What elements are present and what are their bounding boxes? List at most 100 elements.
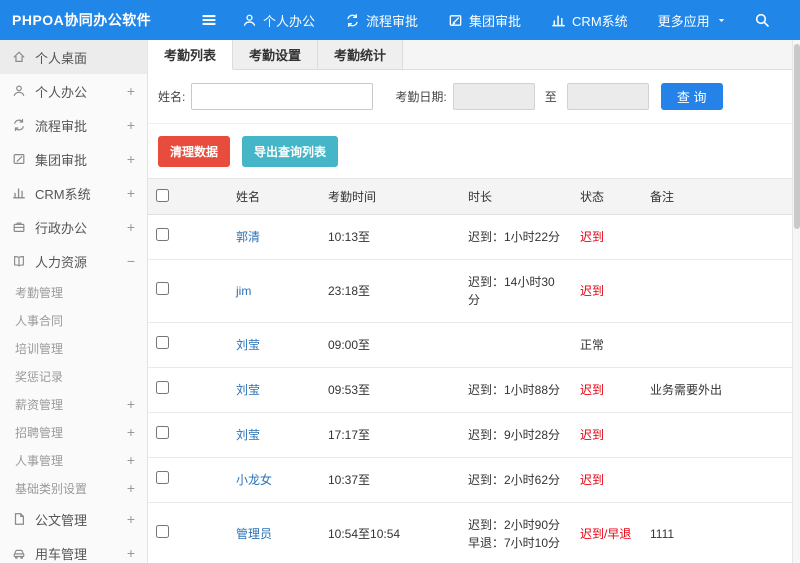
table-row: 小龙女 10:37至 迟到：2小时62分 迟到 [148,457,792,503]
row-checkbox[interactable] [156,525,169,538]
sidebar-subitem-reward-punish[interactable]: 奖惩记录 [0,362,147,390]
top-navigation: 个人办公 流程审批 集团审批 CRM系统 更多应用 [242,11,727,30]
table-row: 刘莹 09:53至 迟到：1小时88分 迟到 业务需要外出 [148,367,792,413]
sidebar-item-document-mgmt[interactable]: 公文管理 + [0,502,147,536]
note-text [642,259,792,323]
row-checkbox[interactable] [156,282,169,295]
employee-name-link[interactable]: 郭清 [236,230,260,244]
date-filter-label: 考勤日期: [395,90,447,104]
app-title: PHPOA协同办公软件 [12,12,152,28]
nav-crm[interactable]: CRM系统 [551,11,628,30]
col-header-time: 考勤时间 [320,178,460,215]
employee-name-link[interactable]: jim [236,284,251,298]
caret-down-icon [716,15,727,26]
table-header-row: 姓名 考勤时间 时长 状态 备注 [148,178,792,215]
sidebar-subitem-label: 招聘管理 [15,425,64,440]
table-row: 郭清 10:13至 迟到：1小时22分 迟到 [148,214,792,260]
duration-cell: 迟到：1小时88分 [460,367,572,413]
nav-more-apps[interactable]: 更多应用 [658,11,727,30]
tab-attendance-list[interactable]: 考勤列表 [148,40,234,70]
sidebar-subitem-recruit-mgmt[interactable]: 招聘管理 + [0,418,147,446]
attendance-time: 17:17至 [320,412,460,458]
note-text [642,457,792,503]
date-to-input[interactable] [566,83,649,110]
employee-name-link[interactable]: 小龙女 [236,473,272,487]
row-checkbox[interactable] [156,426,169,439]
row-checkbox[interactable] [156,381,169,394]
duration-cell: 迟到：9小时28分 [460,412,572,458]
table-row: jim 23:18至 迟到：14小时30分 迟到 [148,259,792,323]
row-checkbox[interactable] [156,471,169,484]
sidebar-item-label: 个人办公 [35,84,88,100]
employee-name-link[interactable]: 管理员 [236,527,272,541]
employee-name-link[interactable]: 刘莹 [236,428,260,442]
sidebar-subitem-training-mgmt[interactable]: 培训管理 [0,334,147,362]
sidebar-subitem-salary-mgmt[interactable]: 薪资管理 + [0,390,147,418]
note-text [642,412,792,458]
sidebar-subitem-label: 考勤管理 [15,285,64,300]
name-filter-input[interactable] [191,83,374,110]
sidebar-item-personal-desktop[interactable]: 个人桌面 [0,40,147,74]
expander: + [126,424,135,440]
expander: + [126,185,135,201]
date-from-input[interactable] [452,83,535,110]
document-icon [12,512,26,526]
expander: + [126,396,135,412]
row-checkbox[interactable] [156,336,169,349]
duration-cell [460,322,572,368]
tab-attendance-stats[interactable]: 考勤统计 [318,40,404,69]
note-text: 1111 [642,502,792,563]
sidebar-item-crm[interactable]: CRM系统 + [0,176,147,210]
sidebar-item-hr[interactable]: 人力资源 − [0,244,147,278]
employee-name-link[interactable]: 刘莹 [236,338,260,352]
expander: + [126,219,135,235]
expander: + [126,452,135,468]
topbar: PHPOA协同办公软件 个人办公 流程审批 集团审批 CRM系统 更多应用 [0,0,800,40]
sidebar-item-label: 公文管理 [35,512,88,528]
sidebar-item-vehicle-mgmt[interactable]: 用车管理 + [0,536,147,563]
sidebar-item-personal-office[interactable]: 个人办公 + [0,74,147,108]
sidebar-item-label: 集团审批 [35,152,88,168]
row-checkbox[interactable] [156,228,169,241]
sidebar-item-group-approval[interactable]: 集团审批 + [0,142,147,176]
attendance-table-wrap: 姓名 考勤时间 时长 状态 备注 郭清 10:13至 迟到：1小时22分 迟到 [148,178,800,563]
clean-data-button[interactable]: 清理数据 [158,136,231,167]
sidebar-subitem-attendance-mgmt[interactable]: 考勤管理 [0,278,147,306]
note-text [642,214,792,260]
duration-cell: 迟到：14小时30分 [460,259,572,323]
vertical-scrollbar[interactable] [792,40,800,563]
employee-name-link[interactable]: 刘莹 [236,383,260,397]
sidebar-item-label: 人力资源 [35,254,88,270]
expander: + [126,545,135,561]
select-all-checkbox[interactable] [156,188,169,202]
duration-cell: 迟到：2小时62分 [460,457,572,503]
search-icon[interactable] [754,12,770,28]
nav-group-approval[interactable]: 集团审批 [448,11,521,30]
attendance-time: 10:54至10:54 [320,502,460,563]
status-text: 迟到/早退 [580,527,632,541]
user-icon [242,13,257,28]
sidebar-item-label: 流程审批 [35,118,88,134]
note-text [642,322,792,368]
sidebar-subitem-hr-contract[interactable]: 人事合同 [0,306,147,334]
edit-icon [448,13,463,28]
scrollbar-thumb[interactable] [794,44,800,229]
chart-icon [551,13,566,28]
sidebar-item-workflow-approval[interactable]: 流程审批 + [0,108,147,142]
sidebar-subitem-base-category-settings[interactable]: 基础类别设置 + [0,474,147,502]
nav-personal-office[interactable]: 个人办公 [242,11,315,30]
sidebar-item-label: 用车管理 [35,546,88,562]
sidebar-item-admin-office[interactable]: 行政办公 + [0,210,147,244]
actions-bar: 清理数据 导出查询列表 [148,124,800,178]
export-list-button[interactable]: 导出查询列表 [242,136,339,167]
attendance-time: 09:53至 [320,367,460,413]
menu-toggle-icon[interactable] [192,11,226,29]
search-button[interactable]: 查 询 [660,83,723,110]
sidebar-subitem-personnel-mgmt[interactable]: 人事管理 + [0,446,147,474]
nav-workflow-approval[interactable]: 流程审批 [345,11,418,30]
tab-attendance-settings[interactable]: 考勤设置 [233,40,319,69]
flow-icon [345,13,360,28]
table-row: 刘莹 17:17至 迟到：9小时28分 迟到 [148,412,792,458]
expander: + [126,151,135,167]
sidebar-item-label: 行政办公 [35,220,88,236]
